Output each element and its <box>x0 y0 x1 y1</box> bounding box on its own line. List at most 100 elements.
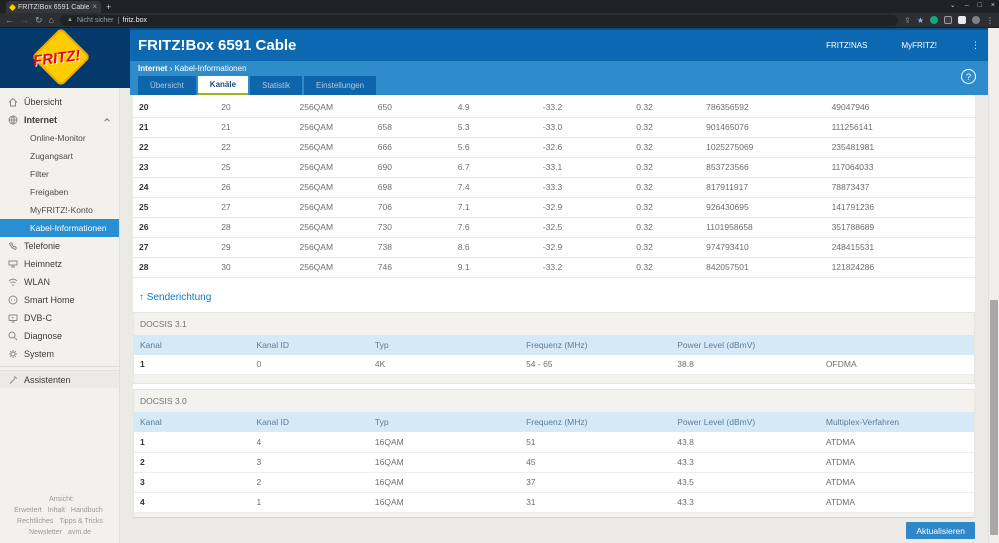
url-bar[interactable]: ▲ Nicht sicher fritz.box <box>59 14 899 26</box>
reload-icon[interactable]: ↻ <box>35 15 43 25</box>
close-tab-icon[interactable]: × <box>92 3 97 11</box>
minimize-button[interactable]: – <box>965 0 969 12</box>
column-header: Kanal <box>134 412 253 432</box>
profile-avatar[interactable] <box>972 16 980 24</box>
table-cell: 24 <box>133 177 218 198</box>
tab-search-icon[interactable]: ⌄ <box>950 0 956 12</box>
table-cell: 30 <box>217 257 296 278</box>
not-secure-label: Nicht sicher <box>76 16 114 24</box>
home-icon[interactable]: ⌂ <box>49 15 54 25</box>
table-cell: 28 <box>217 217 296 238</box>
sidebar: Übersicht Internet Online-Monitor Zugang… <box>0 88 120 543</box>
sidebar-item-myfritz-konto[interactable]: MyFRITZ!-Konto <box>0 201 119 219</box>
browser-tab[interactable]: FRITZ!Box 6591 Cable × <box>6 1 101 13</box>
tab-einstellungen[interactable]: Einstellungen <box>304 76 377 95</box>
breadcrumb-section[interactable]: Internet <box>138 64 167 73</box>
sidebar-item-wlan[interactable]: WLAN <box>0 273 119 291</box>
maximize-button[interactable]: □ <box>978 0 982 12</box>
forward-icon[interactable]: → <box>20 15 29 25</box>
footer-link-rechtliches[interactable]: Rechtliches <box>17 518 53 525</box>
header-menu-icon[interactable]: ⋮ <box>971 40 980 51</box>
table-cell: 786356592 <box>702 97 828 118</box>
table-cell: 0.32 <box>632 137 703 158</box>
footer-link-inhalt[interactable]: Inhalt <box>48 507 65 514</box>
table-cell: 20 <box>133 97 218 118</box>
back-icon[interactable]: ← <box>5 15 14 25</box>
refresh-button[interactable]: Aktualisieren <box>906 522 975 539</box>
fritznas-link[interactable]: FRITZ!NAS <box>826 41 867 50</box>
sidebar-item-dvb-c[interactable]: DVB-C <box>0 309 119 327</box>
table-cell: 1025275069 <box>702 137 828 158</box>
table-cell: ATDMA <box>821 432 974 453</box>
table-cell: 256QAM <box>295 197 374 218</box>
extension-green-icon[interactable] <box>930 16 938 24</box>
docsis31-table: Kanal Kanal ID Typ Frequenz (MHz) Power Leve… <box>134 334 974 375</box>
sidebar-item-telefonie[interactable]: Telefonie <box>0 237 119 255</box>
sidebar-item-smart-home[interactable]: Smart Home <box>0 291 119 309</box>
sidebar-item-filter[interactable]: Filter <box>0 165 119 183</box>
table-cell: 1 <box>134 432 253 453</box>
column-header: Multiplex-Verfahren <box>821 412 974 432</box>
table-cell: 0 <box>252 354 371 375</box>
sidebar-item-heimnetz[interactable]: Heimnetz <box>0 255 119 273</box>
share-icon[interactable]: ⇪ <box>904 16 911 25</box>
table-cell: 256QAM <box>295 217 374 238</box>
sidebar-item-diagnose[interactable]: Diagnose <box>0 327 119 345</box>
extension-dark-icon[interactable] <box>944 16 952 24</box>
table-cell: 25 <box>133 197 218 218</box>
sidebar-item-internet[interactable]: Internet <box>0 111 119 129</box>
column-header: Frequenz (MHz) <box>522 412 674 432</box>
sidebar-item-freigaben[interactable]: Freigaben <box>0 183 119 201</box>
browser-menu-icon[interactable]: ⋮ <box>986 16 994 25</box>
sidebar-item-kabel-informationen[interactable]: Kabel-Informationen <box>0 219 119 237</box>
tab-statistik[interactable]: Statistik <box>250 76 303 95</box>
bookmark-star-icon[interactable]: ★ <box>917 16 924 25</box>
table-cell: 4.9 <box>453 97 527 118</box>
docsis30-table: Kanal Kanal ID Typ Frequenz (MHz) Power Leve… <box>134 412 974 513</box>
scrollbar-thumb[interactable] <box>990 300 998 535</box>
column-header: Frequenz (MHz) <box>522 334 674 355</box>
table-cell: 2 <box>134 452 253 473</box>
table-cell: 235481981 <box>827 137 975 158</box>
footer-link-newsletter[interactable]: Newsletter <box>29 529 62 536</box>
table-row: 21 21 256QAM 658 5.3 -33.0 0.32 901465076 111256… <box>133 117 975 138</box>
footer-link-avm[interactable]: avm.de <box>68 529 91 536</box>
extension-light-icon[interactable] <box>958 16 966 24</box>
browser-toolbar: ← → ↻ ⌂ ▲ Nicht sicher fritz.box ⇪ ★ ⋮ <box>0 13 999 28</box>
table-cell: -33.2 <box>526 97 633 118</box>
main-content: 20 20 256QAM 650 4.9 -33.2 0.32 786356592 490479… <box>133 95 975 518</box>
myfritz-link[interactable]: MyFRITZ! <box>901 41 937 50</box>
table-cell: -32.9 <box>526 237 633 258</box>
table-cell: OFDMA <box>821 354 974 375</box>
table-cell: 22 <box>217 137 296 158</box>
sidebar-item-online-monitor[interactable]: Online-Monitor <box>0 129 119 147</box>
sidebar-item-assistenten[interactable]: Assistenten <box>0 370 119 388</box>
table-cell: 7.1 <box>453 197 527 218</box>
footer-link-handbuch[interactable]: Handbuch <box>71 507 103 514</box>
sidebar-item-zugangsart[interactable]: Zugangsart <box>0 147 119 165</box>
table-cell: 698 <box>373 177 454 198</box>
sidebar-item-uebersicht[interactable]: Übersicht <box>0 93 119 111</box>
table-cell: ATDMA <box>821 452 974 473</box>
table-row: 2 3 16QAM 45 43.3 ATDMA <box>134 452 974 473</box>
scrollbar-track[interactable] <box>988 28 999 543</box>
table-cell: 5.6 <box>453 137 527 158</box>
help-icon[interactable]: ? <box>961 69 976 84</box>
table-cell: -33.2 <box>526 257 633 278</box>
table-cell: 256QAM <box>295 117 374 138</box>
table-row: 3 2 16QAM 37 43.5 ATDMA <box>134 472 974 493</box>
tab-uebersicht[interactable]: Übersicht <box>138 76 196 95</box>
close-window-button[interactable]: × <box>991 0 995 12</box>
sidebar-item-system[interactable]: System <box>0 345 119 363</box>
tab-kanaele[interactable]: Kanäle <box>197 76 249 95</box>
table-cell: 43.8 <box>673 432 822 453</box>
sidebar-item-label: System <box>24 349 55 359</box>
table-cell: 0.32 <box>632 257 703 278</box>
table-cell: 256QAM <box>295 237 374 258</box>
table-cell: 658 <box>373 117 454 138</box>
table-cell: 38.8 <box>673 354 822 375</box>
footer-link-tipps[interactable]: Tipps & Tricks <box>59 518 103 525</box>
new-tab-button[interactable]: + <box>106 2 111 12</box>
docsis31-panel: DOCSIS 3.1 Kanal Kanal ID Typ Frequenz (MHz… <box>133 311 975 384</box>
table-row: 28 30 256QAM 746 9.1 -33.2 0.32 842057501 121824… <box>133 257 975 278</box>
